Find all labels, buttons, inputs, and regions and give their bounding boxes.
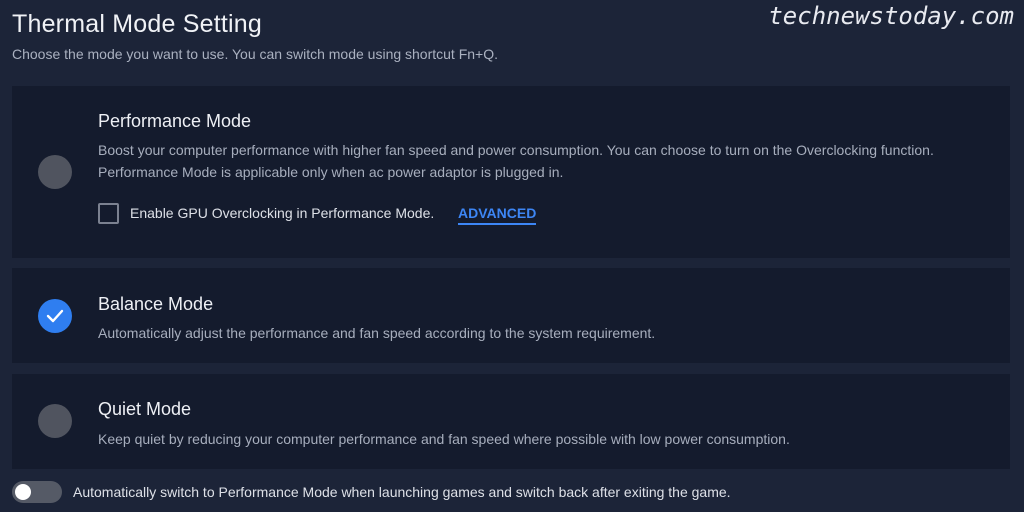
auto-switch-toggle[interactable] — [12, 481, 62, 503]
balance-mode-description: Automatically adjust the performance and… — [98, 325, 656, 341]
gpu-overclock-checkbox[interactable] — [98, 203, 119, 224]
performance-mode-radio[interactable] — [38, 155, 72, 189]
balance-mode-card[interactable]: Balance Mode Automatically adjust the pe… — [12, 268, 1010, 363]
quiet-mode-card[interactable]: Quiet Mode Keep quiet by reducing your c… — [12, 374, 1010, 469]
performance-mode-title: Performance Mode — [98, 111, 252, 131]
page-subtitle: Choose the mode you want to use. You can… — [12, 46, 499, 62]
performance-mode-card[interactable]: Performance Mode Boost your computer per… — [12, 86, 1010, 258]
quiet-mode-title: Quiet Mode — [98, 399, 192, 419]
watermark-text: technewstoday.com — [768, 2, 1014, 30]
quiet-mode-radio[interactable] — [38, 404, 72, 438]
auto-switch-label: Automatically switch to Performance Mode… — [73, 484, 731, 500]
toggle-knob — [15, 484, 31, 500]
performance-mode-description: Boost your computer performance with hig… — [98, 142, 934, 180]
checkmark-icon — [46, 309, 64, 323]
thermal-mode-page: Thermal Mode Setting Choose the mode you… — [0, 0, 1024, 512]
page-title: Thermal Mode Setting — [12, 10, 262, 38]
advanced-link[interactable]: ADVANCED — [458, 205, 537, 225]
balance-mode-radio[interactable] — [38, 299, 72, 333]
gpu-overclock-label[interactable]: Enable GPU Overclocking in Performance M… — [130, 205, 434, 221]
balance-mode-title: Balance Mode — [98, 294, 214, 314]
quiet-mode-description: Keep quiet by reducing your computer per… — [98, 431, 790, 447]
